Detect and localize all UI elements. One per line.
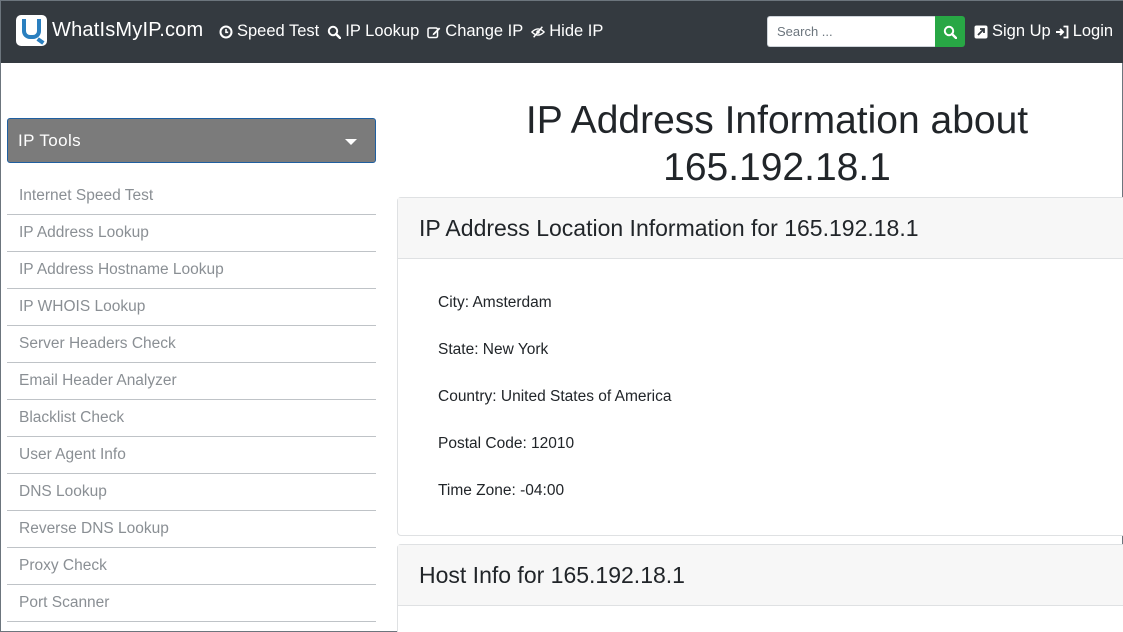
search-icon xyxy=(328,25,342,39)
tool-link[interactable]: IP WHOIS Lookup xyxy=(19,298,145,316)
tool-link[interactable]: Internet Speed Test xyxy=(19,187,153,205)
tool-link[interactable]: Email Header Analyzer xyxy=(19,372,177,390)
nav-change-ip-label: Change IP xyxy=(445,22,524,40)
page-title-ip: 165.192.18.1 xyxy=(663,146,891,189)
list-item: Email Header Analyzer xyxy=(7,363,376,400)
list-item: Proxy Check xyxy=(7,548,376,585)
nav-speed-test[interactable]: Speed Test xyxy=(219,22,319,41)
nav-links: Speed Test IP Lookup Change IP Hide IP xyxy=(219,22,611,41)
ip-tools-label: IP Tools xyxy=(18,130,82,150)
tool-link[interactable]: IP Address Hostname Lookup xyxy=(19,261,224,279)
tool-link[interactable]: Server Headers Check xyxy=(19,335,176,353)
eye-slash-icon xyxy=(531,25,546,38)
login-link[interactable]: Login xyxy=(1055,22,1113,41)
external-link-square-icon xyxy=(974,25,988,38)
tool-link[interactable]: Port Scanner xyxy=(19,594,109,612)
account-links: Sign Up Login xyxy=(974,22,1117,41)
tool-link[interactable]: Reverse DNS Lookup xyxy=(19,520,169,538)
page-title-line1: IP Address Information about xyxy=(525,99,1029,142)
nav-speed-test-label: Speed Test xyxy=(237,22,320,40)
search-icon xyxy=(943,25,957,39)
nav-ip-lookup-label: IP Lookup xyxy=(345,22,420,40)
tool-link[interactable]: Blacklist Check xyxy=(19,409,124,427)
list-item: IP Address Hostname Lookup xyxy=(7,252,376,289)
clock-icon xyxy=(219,25,233,38)
location-info-card: IP Address Location Information for 165.… xyxy=(397,197,1123,536)
nav-hide-ip-label: Hide IP xyxy=(549,22,604,40)
top-navbar: WhatIsMyIP.com Speed Test IP Lookup Chan… xyxy=(1,1,1123,63)
tool-link[interactable]: Proxy Check xyxy=(19,557,107,575)
caret-down-icon xyxy=(345,139,357,145)
country-info: Country: United States of America xyxy=(438,388,672,405)
nav-hide-ip[interactable]: Hide IP xyxy=(531,22,603,41)
list-item: Internet Speed Test xyxy=(7,178,376,215)
list-item: Reverse DNS Lookup xyxy=(7,511,376,548)
ip-tools-dropdown[interactable]: IP Tools xyxy=(7,118,376,163)
search-form xyxy=(767,16,965,47)
signup-link[interactable]: Sign Up xyxy=(974,22,1051,41)
city-info: City: Amsterdam xyxy=(438,294,552,311)
search-input[interactable] xyxy=(767,16,935,47)
tool-link[interactable]: IP Address Lookup xyxy=(19,224,149,242)
list-item: Server Headers Check xyxy=(7,326,376,363)
postal-code-info: Postal Code: 12010 xyxy=(438,435,575,452)
brand-link[interactable]: WhatIsMyIP.com xyxy=(16,15,203,46)
list-item: IP WHOIS Lookup xyxy=(7,289,376,326)
tool-link[interactable]: User Agent Info xyxy=(19,446,126,464)
signup-label: Sign Up xyxy=(992,22,1051,40)
list-item: User Agent Info xyxy=(7,437,376,474)
list-item: Blacklist Check xyxy=(7,400,376,437)
list-item: Port Scanner xyxy=(7,585,376,622)
ip-tools-list: Internet Speed Test IP Address Lookup IP… xyxy=(7,178,376,622)
page-title: IP Address Information about 165.192.18.… xyxy=(397,97,1123,191)
search-button[interactable] xyxy=(935,16,965,47)
brand-logo-icon xyxy=(16,15,47,46)
time-zone-info: Time Zone: -04:00 xyxy=(438,482,565,499)
host-info-card: Host Info for 165.192.18.1 xyxy=(397,544,1123,632)
login-label: Login xyxy=(1072,22,1114,40)
edit-icon xyxy=(427,26,441,38)
tool-link[interactable]: DNS Lookup xyxy=(19,483,107,501)
state-info: State: New York xyxy=(438,341,549,358)
list-item: DNS Lookup xyxy=(7,474,376,511)
nav-ip-lookup[interactable]: IP Lookup xyxy=(327,22,419,41)
nav-change-ip[interactable]: Change IP xyxy=(427,22,523,41)
list-item: IP Address Lookup xyxy=(7,215,376,252)
brand-name: WhatIsMyIP.com xyxy=(52,19,204,41)
location-card-header: IP Address Location Information for 165.… xyxy=(398,198,1123,259)
host-card-header: Host Info for 165.192.18.1 xyxy=(398,545,1123,606)
sign-in-icon xyxy=(1055,25,1069,38)
